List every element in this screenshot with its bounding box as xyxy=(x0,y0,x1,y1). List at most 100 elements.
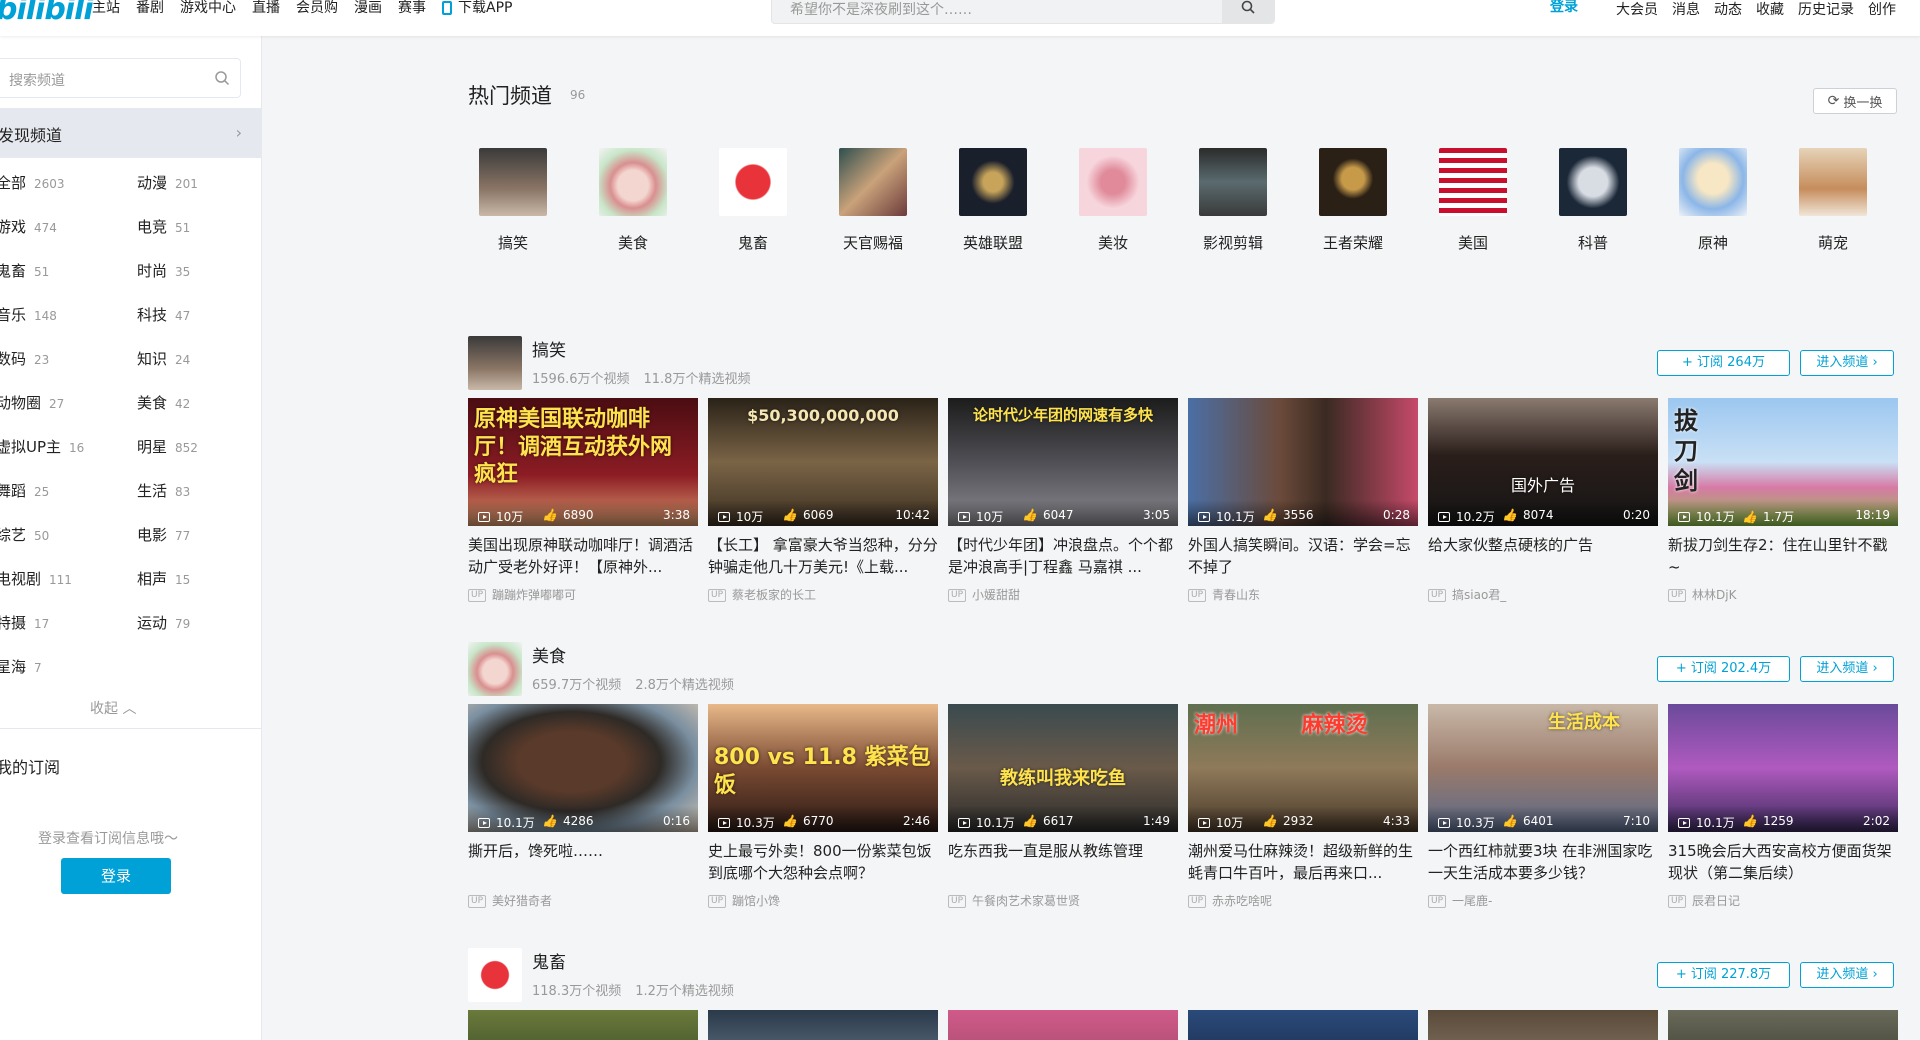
nav-manga[interactable]: 漫画 xyxy=(354,0,382,17)
video-card[interactable]: 10.1万 👍 1259 2:02 315晚会后大西安高校方便面货架现状（第二集后续）… xyxy=(1668,704,1898,909)
category-item[interactable]: 美食 42 xyxy=(137,392,190,413)
video-card[interactable]: 800 vs 11.8 紫菜包饭 10.3万 👍 6770 2:46 史上最亏外卖！8… xyxy=(708,704,938,909)
hot-channel-item[interactable]: 搞笑 xyxy=(468,148,558,253)
subscribe-button[interactable]: + 订阅 202.4万 xyxy=(1657,656,1790,682)
uploader[interactable]: UP 林林DjK xyxy=(1668,586,1898,603)
video-thumbnail[interactable]: $50,300,000,000 10万 👍 6069 10:42 xyxy=(708,398,938,526)
section-name[interactable]: 鬼畜 xyxy=(532,948,566,973)
video-thumbnail[interactable] xyxy=(1668,1010,1898,1040)
video-thumbnail[interactable] xyxy=(708,1010,938,1040)
uploader[interactable]: UP 美好猎奇者 xyxy=(468,892,698,909)
category-item[interactable]: 动物圈 27 xyxy=(0,392,64,413)
login-link[interactable]: 登录 xyxy=(1550,0,1578,16)
hot-channel-item[interactable]: 天官赐福 xyxy=(828,148,918,253)
video-title[interactable]: 美国出现原神联动咖啡厅！调酒活动广受老外好评！【原神外... xyxy=(468,534,698,578)
video-thumbnail[interactable]: 论时代少年团的网速有多快 10万 👍 6047 3:05 xyxy=(948,398,1178,526)
nav-download-app[interactable]: 下载APP xyxy=(442,0,512,17)
hot-channel-item[interactable]: 英雄联盟 xyxy=(948,148,1038,253)
category-item[interactable]: 舞蹈 25 xyxy=(0,480,49,501)
hot-channel-item[interactable]: 影视剪辑 xyxy=(1188,148,1278,253)
category-item[interactable]: 运动 79 xyxy=(137,612,190,633)
video-thumbnail[interactable]: 拔刀剑 10.1万 👍 1.7万 18:19 xyxy=(1668,398,1898,526)
nav-game-center[interactable]: 游戏中心 xyxy=(180,0,236,17)
hot-channel-item[interactable]: 美妆 xyxy=(1068,148,1158,253)
video-thumbnail[interactable]: 教练叫我来吃鱼 10.1万 👍 6617 1:49 xyxy=(948,704,1178,832)
video-title[interactable]: 一个西红柿就要3块 在非洲国家吃一天生活成本要多少钱？ xyxy=(1428,840,1658,884)
video-card[interactable]: 论时代少年团的网速有多快 10万 👍 6047 3:05 【时代少年团】冲浪盘点。个个… xyxy=(948,398,1178,603)
video-thumbnail[interactable]: 生活成本 10.3万 👍 6401 7:10 xyxy=(1428,704,1658,832)
search-button[interactable] xyxy=(1222,0,1274,23)
category-item[interactable]: 音乐 148 xyxy=(0,304,57,325)
enter-channel-button[interactable]: 进入频道 › xyxy=(1800,962,1894,988)
category-item[interactable]: 鬼畜 51 xyxy=(0,260,49,281)
uploader[interactable]: UP 一尾鹿- xyxy=(1428,892,1658,909)
nav-mall[interactable]: 会员购 xyxy=(296,0,338,17)
nav-dynamic[interactable]: 动态 xyxy=(1714,0,1742,19)
video-card[interactable] xyxy=(1188,1010,1418,1040)
video-thumbnail[interactable] xyxy=(1428,1010,1658,1040)
collapse-button[interactable]: 收起 ︿ xyxy=(90,698,136,718)
hot-channel-item[interactable]: 萌宠 xyxy=(1788,148,1878,253)
category-item[interactable]: 星海 7 xyxy=(0,656,42,677)
category-item[interactable]: 明星 852 xyxy=(137,436,198,457)
video-card[interactable] xyxy=(468,1010,698,1040)
uploader[interactable]: UP 午餐肉艺术家葛世贤 xyxy=(948,892,1178,909)
section-name[interactable]: 美食 xyxy=(532,642,566,667)
uploader[interactable]: UP 赤赤吃啥呢 xyxy=(1188,892,1418,909)
video-card[interactable] xyxy=(1428,1010,1658,1040)
bilibili-logo[interactable]: bilibili xyxy=(0,0,94,27)
category-item[interactable]: 电竞 51 xyxy=(137,216,190,237)
uploader[interactable]: UP 蹦蹦炸弹嘟嘟可 xyxy=(468,586,698,603)
enter-channel-button[interactable]: 进入频道 › xyxy=(1800,656,1894,682)
category-item[interactable]: 数码 23 xyxy=(0,348,49,369)
video-title[interactable]: 史上最亏外卖！800一份紫菜包饭到底哪个大怨种会点啊？ xyxy=(708,840,938,884)
video-thumbnail[interactable]: 原神美国联动咖啡厅！调酒互动获外网疯狂 10万 👍 6890 3:38 xyxy=(468,398,698,526)
section-name[interactable]: 搞笑 xyxy=(532,336,566,361)
section-avatar[interactable] xyxy=(468,642,522,696)
nav-history[interactable]: 历史记录 xyxy=(1798,0,1854,19)
section-avatar[interactable] xyxy=(468,948,522,1002)
category-item[interactable]: 动漫 201 xyxy=(137,172,198,193)
video-thumbnail[interactable]: 潮州 麻辣烫 10万 👍 2932 4:33 xyxy=(1188,704,1418,832)
channel-search-input[interactable]: 搜索频道 xyxy=(9,70,65,90)
enter-channel-button[interactable]: 进入频道 › xyxy=(1800,350,1894,376)
nav-favorites[interactable]: 收藏 xyxy=(1756,0,1784,19)
category-item[interactable]: 电视剧 111 xyxy=(0,568,72,589)
uploader[interactable]: UP 蹦馆小馋 xyxy=(708,892,938,909)
video-title[interactable]: 【时代少年团】冲浪盘点。个个都是冲浪高手|丁程鑫 马嘉祺 ... xyxy=(948,534,1178,578)
hot-channel-item[interactable]: 美食 xyxy=(588,148,678,253)
category-item[interactable]: 特摄 17 xyxy=(0,612,49,633)
uploader[interactable]: UP 小媛甜甜 xyxy=(948,586,1178,603)
nav-esports[interactable]: 赛事 xyxy=(398,0,426,17)
category-item[interactable]: 生活 83 xyxy=(137,480,190,501)
hot-channel-item[interactable]: 王者荣耀 xyxy=(1308,148,1398,253)
video-card[interactable]: 生活成本 10.3万 👍 6401 7:10 一个西红柿就要3块 在非洲国家吃一天生活… xyxy=(1428,704,1658,909)
hot-channel-item[interactable]: 鬼畜 xyxy=(708,148,798,253)
video-thumbnail[interactable] xyxy=(948,1010,1178,1040)
nav-messages[interactable]: 消息 xyxy=(1672,0,1700,19)
category-item[interactable]: 游戏 474 xyxy=(0,216,57,237)
video-card[interactable]: $50,300,000,000 10万 👍 6069 10:42 【长工】 拿富豪大爷… xyxy=(708,398,938,603)
video-card[interactable]: 原神美国联动咖啡厅！调酒互动获外网疯狂 10万 👍 6890 3:38 美国出现原神联… xyxy=(468,398,698,603)
category-item[interactable]: 时尚 35 xyxy=(137,260,190,281)
category-item[interactable]: 电影 77 xyxy=(137,524,190,545)
nav-main-site[interactable]: 主站 xyxy=(92,0,120,17)
video-card[interactable] xyxy=(1668,1010,1898,1040)
nav-create[interactable]: 创作 xyxy=(1868,0,1896,19)
category-item[interactable]: 相声 15 xyxy=(137,568,190,589)
video-title[interactable]: 吃东西我一直是服从教练管理 xyxy=(948,840,1178,884)
category-item[interactable]: 虚拟UP主 16 xyxy=(0,436,84,457)
nav-live[interactable]: 直播 xyxy=(252,0,280,17)
video-card[interactable]: 潮州 麻辣烫 10万 👍 2932 4:33 潮州爱马仕麻辣烫！超级新鲜的生蚝青口牛百… xyxy=(1188,704,1418,909)
category-item[interactable]: 科技 47 xyxy=(137,304,190,325)
video-title[interactable]: 给大家伙整点硬核的广告 xyxy=(1428,534,1658,578)
uploader[interactable]: UP 搞siao君_ xyxy=(1428,586,1658,603)
subscribe-button[interactable]: + 订阅 227.8万 xyxy=(1657,962,1790,988)
video-title[interactable]: 新拔刀剑生存2：住在山里针不戳~ xyxy=(1668,534,1898,578)
video-thumbnail[interactable]: 10.1万 👍 1259 2:02 xyxy=(1668,704,1898,832)
video-thumbnail[interactable] xyxy=(1188,1010,1418,1040)
video-title[interactable]: 外国人搞笑瞬间。汉语：学会=忘不掉了 xyxy=(1188,534,1418,578)
video-card[interactable]: 国外广告 10.2万 👍 8074 0:20 给大家伙整点硬核的广告 UP 搞siao君… xyxy=(1428,398,1658,603)
channel-search-box[interactable]: 搜索频道 xyxy=(0,58,241,98)
video-card[interactable]: 拔刀剑 10.1万 👍 1.7万 18:19 新拔刀剑生存2：住在山里针不戳~ UP 林… xyxy=(1668,398,1898,603)
